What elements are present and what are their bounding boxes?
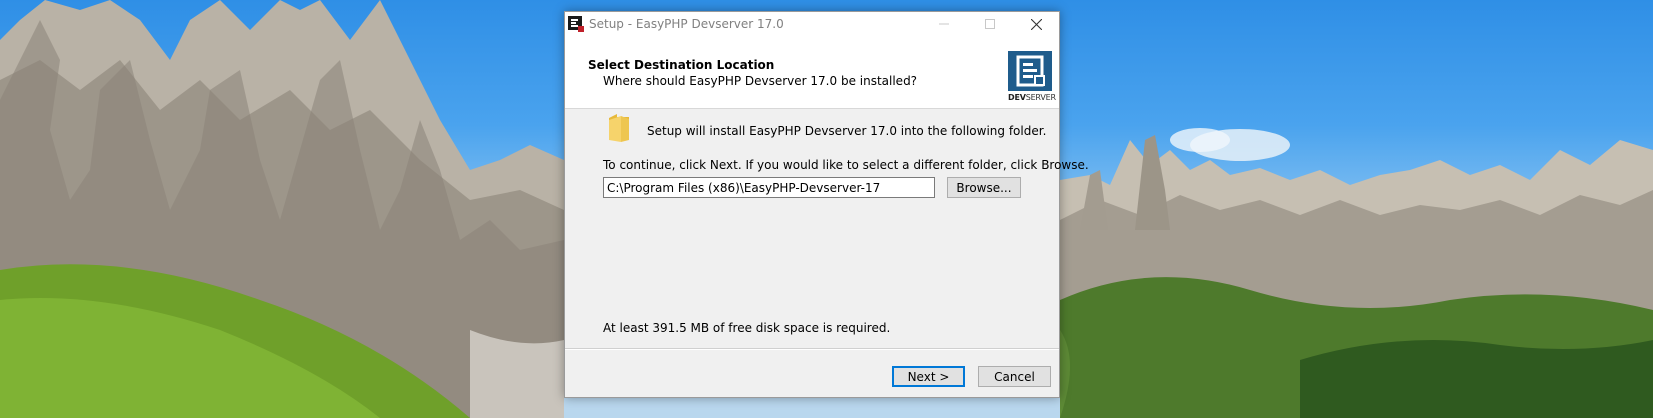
next-button[interactable]: Next > — [892, 366, 965, 387]
logo-caption-server: SERVER — [1025, 93, 1056, 102]
setup-window: Setup - EasyPHP Devserver 17.0 Select De… — [564, 11, 1089, 398]
logo-caption: DEVSERVER — [1008, 93, 1056, 102]
logo-caption-dev: DEV — [1008, 93, 1026, 102]
install-message: Setup will install EasyPHP Devserver 17.… — [647, 124, 1047, 138]
close-icon — [1030, 18, 1042, 30]
page-subtitle: Where should EasyPHP Devserver 17.0 be i… — [603, 74, 918, 88]
browse-button[interactable]: Browse... — [947, 177, 1021, 198]
destination-path-input[interactable] — [603, 177, 935, 198]
title-bar[interactable]: Setup - EasyPHP Devserver 17.0 — [565, 12, 1059, 36]
maximize-icon — [985, 19, 995, 29]
cancel-button[interactable]: Cancel — [978, 366, 1051, 387]
easyphp-logo-icon — [1016, 55, 1045, 87]
instruction-text: To continue, click Next. If you would li… — [603, 158, 1089, 172]
easyphp-app-icon — [568, 16, 584, 32]
devserver-logo: DEVSERVER — [1008, 51, 1056, 103]
folder-icon — [609, 114, 629, 142]
footer-divider — [565, 348, 1059, 350]
maximize-button[interactable] — [967, 12, 1013, 36]
close-button[interactable] — [1013, 12, 1059, 36]
disk-space-requirement: At least 391.5 MB of free disk space is … — [603, 321, 891, 335]
logo-mark — [1008, 51, 1052, 91]
minimize-button[interactable] — [921, 12, 967, 36]
page-title: Select Destination Location — [588, 58, 775, 72]
minimize-icon — [939, 23, 949, 25]
window-title: Setup - EasyPHP Devserver 17.0 — [589, 17, 784, 31]
wizard-header: Select Destination Location Where should… — [565, 36, 1059, 109]
